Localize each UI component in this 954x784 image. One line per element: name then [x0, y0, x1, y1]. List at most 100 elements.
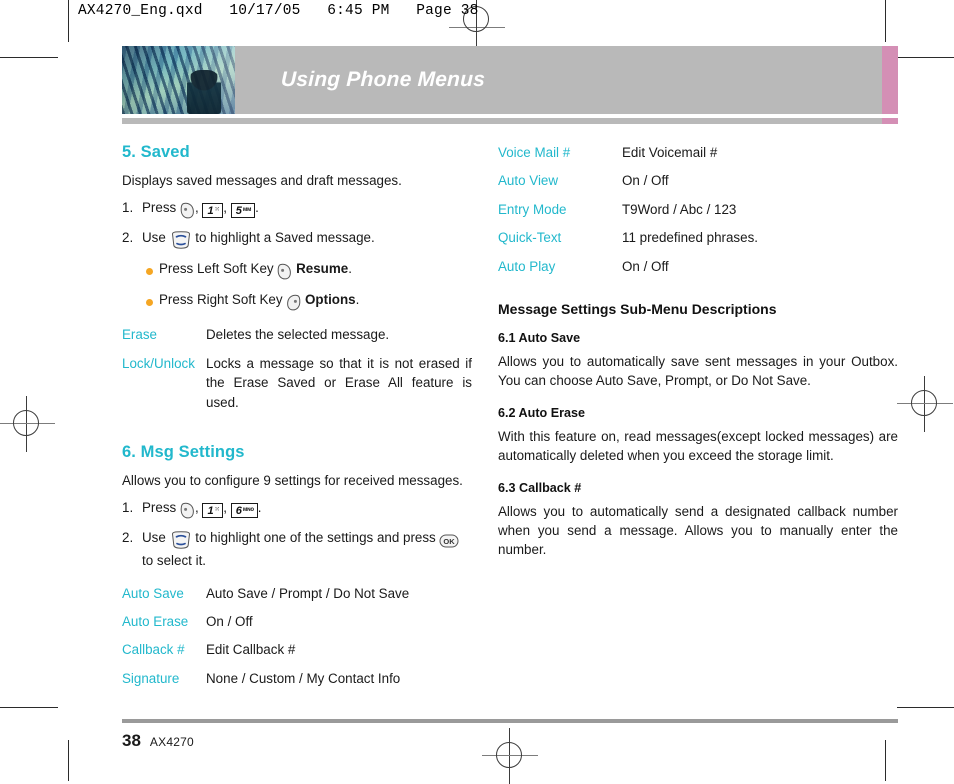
saved-bullet-resume-post: .	[348, 261, 352, 277]
soft-left-key-icon	[180, 201, 195, 221]
sub-menu-block-auto-erase: 6.2 Auto Erase With this feature on, rea…	[498, 406, 898, 465]
key-6-icon: 6ᴍɴᴏ	[230, 503, 258, 519]
definition-row: Erase Deletes the selected message.	[122, 325, 472, 344]
definition-term-auto-save: Auto Save	[122, 585, 184, 601]
saved-step-1-comma1: ,	[194, 200, 199, 216]
svg-text:OK: OK	[444, 537, 456, 546]
sub-text-6-3: Allows you to automatically send a desig…	[498, 504, 898, 558]
key-1-digit: 1	[207, 205, 214, 218]
definition-term-auto-view: Auto View	[498, 173, 559, 189]
definition-term-auto-play: Auto Play	[498, 258, 556, 274]
banner-accent-strip	[882, 46, 898, 114]
ok-key-icon: OK	[439, 531, 459, 551]
saved-step-1: 1. Press , 1⁙, 5ᴍᴍ.	[122, 198, 472, 221]
saved-bullet-options-post: .	[355, 292, 360, 308]
msg-settings-step-2-number: 2.	[122, 530, 134, 546]
saved-step-2-number: 2.	[122, 230, 134, 246]
definition-term-lock-unlock: Lock/Unlock	[122, 355, 195, 371]
bullet-dot-icon	[146, 261, 159, 281]
page-footer: 38 AX4270	[122, 731, 898, 751]
key-6-digit: 6	[235, 505, 242, 518]
msg-settings-step-1-comma1: ,	[194, 500, 199, 516]
crop-line-left-bottom	[0, 707, 58, 708]
key-5-digit: 5	[235, 205, 242, 218]
right-column: Voice Mail # Edit Voicemail # Auto View …	[498, 143, 898, 697]
definition-desc-lock-unlock: Locks a message so that it is not erased…	[206, 355, 472, 410]
definition-desc-voice-mail: Edit Voicemail #	[622, 145, 718, 160]
section-heading-saved: 5. Saved	[122, 143, 190, 161]
banner-photo-figure	[187, 70, 221, 114]
soft-left-key-icon	[180, 501, 195, 521]
saved-step-2: 2. Use to highlight a Saved message.	[122, 228, 472, 251]
definition-term-entry-mode: Entry Mode	[498, 201, 567, 217]
saved-step-2-post: to highlight a Saved message.	[195, 230, 375, 246]
section-heading-msg-settings: 6. Msg Settings	[122, 443, 245, 462]
two-column-body: 5. Saved Displays saved messages and dra…	[122, 143, 898, 697]
msg-settings-definition-list: Auto Save Auto Save / Prompt / Do Not Sa…	[122, 584, 472, 689]
definition-desc-auto-play: On / Off	[622, 258, 669, 274]
saved-step-1-pre: Press	[142, 200, 177, 216]
key-1-icon: 1⁙	[202, 503, 224, 519]
saved-bullet-options-body: Press Right Soft Key Options.	[159, 290, 359, 313]
banner-underline-gray	[122, 118, 882, 124]
crop-line-right-top	[897, 57, 954, 58]
footer-rule	[122, 719, 898, 724]
msg-settings-step-1: 1. Press , 1⁙, 6ᴍɴᴏ.	[122, 498, 472, 521]
definition-desc-entry-mode: T9Word / Abc / 123	[622, 201, 737, 217]
msg-settings-step-1-number: 1.	[122, 500, 134, 516]
definition-row: Auto Play On / Off	[498, 257, 898, 276]
key-1-digit: 1	[207, 505, 214, 518]
saved-bullet-resume-label: Resume	[296, 261, 349, 277]
sub-menu-block-auto-save: 6.1 Auto Save Allows you to automaticall…	[498, 331, 898, 390]
chapter-banner: Using Phone Menus	[122, 46, 898, 114]
sub-text-6-2: With this feature on, read messages(exce…	[498, 429, 898, 464]
key-5-superscript: ᴍᴍ	[242, 207, 252, 214]
msg-settings-step-2-post: to select it.	[142, 553, 207, 569]
crop-line-bottom-left	[68, 740, 69, 781]
definition-row: Lock/Unlock Locks a message so that it i…	[122, 354, 472, 412]
sub-text-6-1: Allows you to automatically save sent me…	[498, 354, 898, 389]
sub-heading-6-2: 6.2 Auto Erase	[498, 406, 586, 421]
saved-bullet-options-pre: Press Right Soft Key	[159, 292, 283, 308]
saved-step-2-body: Use to highlight a Saved message.	[142, 228, 472, 251]
bullet-dot-icon	[146, 292, 159, 312]
navigation-key-icon	[170, 231, 192, 251]
crop-line-top-left	[68, 0, 69, 42]
msg-settings-intro: Allows you to configure 9 settings for r…	[122, 473, 463, 489]
msg-settings-step-2-body: Use to highlight one of the settings and…	[142, 528, 472, 571]
crop-line-top-right	[885, 0, 886, 42]
saved-bullet-options: Press Right Soft Key Options.	[146, 290, 472, 313]
msg-settings-step-1-body: Press , 1⁙, 6ᴍɴᴏ.	[142, 498, 472, 521]
definition-term-voice-mail: Voice Mail #	[498, 145, 571, 160]
saved-intro-text: Displays saved messages and draft messag…	[122, 173, 402, 188]
definition-row: Callback # Edit Callback #	[122, 640, 472, 659]
saved-bullet-resume: Press Left Soft Key Resume.	[146, 259, 472, 282]
definition-row: Quick-Text 11 predefined phrases.	[498, 228, 898, 247]
key-1-superscript: ⁙	[214, 507, 220, 514]
definition-row: Entry Mode T9Word / Abc / 123	[498, 200, 898, 219]
definition-term-auto-erase: Auto Erase	[122, 614, 189, 630]
key-1-icon: 1⁙	[202, 203, 224, 219]
sub-menu-block-callback: 6.3 Callback # Allows you to automatical…	[498, 481, 898, 559]
soft-right-key-icon	[286, 293, 301, 313]
crop-line-right-bottom	[897, 707, 954, 708]
footer-page-number: 38	[122, 731, 141, 751]
file-header-text: AX4270_Eng.qxd 10/17/05 6:45 PM Page 38	[78, 3, 479, 19]
key-5-icon: 5ᴍᴍ	[230, 203, 256, 219]
definition-row: Auto Erase On / Off	[122, 612, 472, 631]
definition-term-callback: Callback #	[122, 642, 185, 658]
msg-settings-step-1-pre: Press	[142, 500, 177, 516]
saved-bullet-options-label: Options	[305, 292, 356, 308]
page-title: Using Phone Menus	[280, 68, 486, 91]
key-1-superscript: ⁙	[214, 207, 220, 214]
msg-settings-step-2-pre: Use	[142, 530, 166, 546]
footer-model-name: AX4270	[149, 735, 194, 750]
msg-settings-step-2: 2. Use to highlight one of the settings …	[122, 528, 472, 571]
definition-desc-auto-save: Auto Save / Prompt / Do Not Save	[206, 585, 410, 601]
definition-desc-auto-view: On / Off	[622, 173, 669, 189]
sub-menu-descriptions-heading: Message Settings Sub-Menu Descriptions	[498, 301, 777, 318]
banner-underline	[122, 118, 898, 124]
saved-step-1-post: .	[255, 200, 259, 216]
definition-row: Voice Mail # Edit Voicemail #	[498, 143, 898, 162]
definition-desc-quick-text: 11 predefined phrases.	[622, 230, 758, 246]
